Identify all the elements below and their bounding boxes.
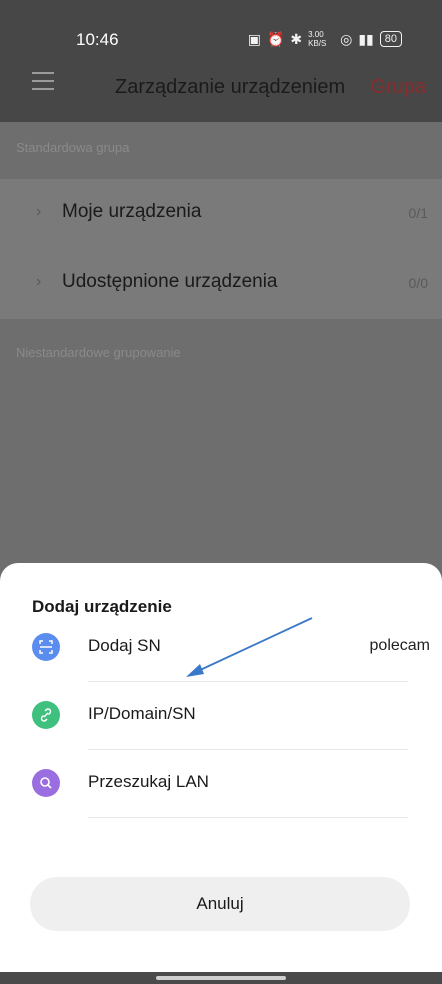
home-indicator[interactable]: [156, 976, 286, 980]
annotation-arrow-icon: [186, 617, 313, 677]
navigation-bar: [0, 972, 442, 984]
